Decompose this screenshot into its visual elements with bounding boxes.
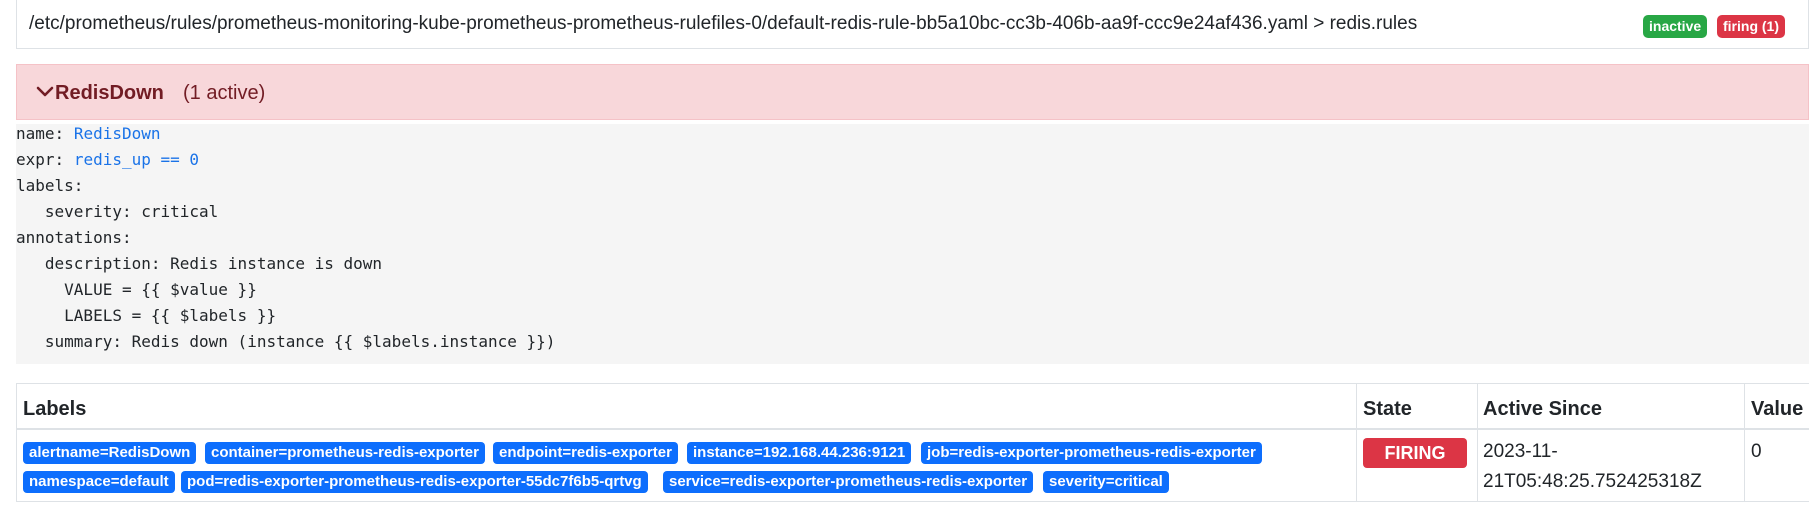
active-since-value: 2023-11-21T05:48:25.752425318Z bbox=[1483, 441, 1702, 492]
column-divider bbox=[1356, 384, 1357, 501]
firing-badge[interactable]: firing (1) bbox=[1717, 15, 1785, 38]
column-divider bbox=[1744, 384, 1745, 501]
label-badge-container[interactable]: container=prometheus-redis-exporter bbox=[205, 442, 485, 464]
alert-name[interactable]: RedisDown bbox=[55, 82, 164, 105]
header-labels: Labels bbox=[23, 398, 87, 420]
label-badge-endpoint[interactable]: endpoint=redis-exporter bbox=[493, 442, 678, 464]
label-badge-alertname[interactable]: alertname=RedisDown bbox=[23, 442, 197, 464]
rule-expr-link[interactable]: redis_up == 0 bbox=[74, 150, 199, 169]
rule-severity-line: severity: critical bbox=[16, 202, 219, 221]
rule-name-key: name: bbox=[16, 124, 65, 143]
rule-description-line: description: Redis instance is down bbox=[16, 254, 383, 273]
active-alerts-table: Labels State Active Since Value alertnam… bbox=[16, 383, 1809, 502]
rule-expr-key: expr: bbox=[16, 150, 65, 169]
rule-annotations-key: annotations: bbox=[16, 228, 132, 247]
rule-name-line: name: RedisDown bbox=[16, 124, 161, 143]
alert-value: 0 bbox=[1751, 441, 1762, 462]
state-firing-badge: FIRING bbox=[1363, 438, 1467, 468]
label-badge-severity[interactable]: severity=critical bbox=[1043, 471, 1169, 493]
alert-rule-row[interactable]: RedisDown (1 active) bbox=[16, 64, 1809, 120]
rule-name-link[interactable]: RedisDown bbox=[74, 124, 161, 143]
header-active-since: Active Since bbox=[1483, 398, 1602, 420]
rule-value-line: VALUE = {{ $value }} bbox=[16, 280, 257, 299]
rule-file-path: /etc/prometheus/rules/prometheus-monitor… bbox=[29, 13, 1418, 34]
rule-definition: name: RedisDown expr: redis_up == 0 labe… bbox=[16, 124, 1809, 364]
header-state: State bbox=[1363, 398, 1412, 420]
alert-active-count: (1 active) bbox=[183, 82, 266, 104]
header-value: Value bbox=[1751, 398, 1804, 420]
chevron-down-icon[interactable] bbox=[35, 82, 55, 102]
inactive-badge[interactable]: inactive bbox=[1643, 15, 1708, 38]
rule-labels-key: labels: bbox=[16, 176, 84, 195]
rule-labels-line: LABELS = {{ $labels }} bbox=[16, 306, 277, 325]
label-badge-service[interactable]: service=redis-exporter-prometheus-redis-… bbox=[663, 471, 1034, 493]
rule-expr-line: expr: redis_up == 0 bbox=[16, 150, 199, 169]
label-badge-job[interactable]: job=redis-exporter-prometheus-redis-expo… bbox=[921, 442, 1262, 464]
header-divider bbox=[17, 428, 1809, 430]
label-badge-namespace[interactable]: namespace=default bbox=[23, 471, 175, 493]
label-badge-instance[interactable]: instance=192.168.44.236:9121 bbox=[687, 442, 912, 464]
rule-summary-line: summary: Redis down (instance {{ $labels… bbox=[16, 332, 556, 351]
rule-file-header: /etc/prometheus/rules/prometheus-monitor… bbox=[16, 0, 1809, 49]
column-divider bbox=[1477, 384, 1478, 501]
label-badge-pod[interactable]: pod=redis-exporter-prometheus-redis-expo… bbox=[181, 471, 648, 493]
